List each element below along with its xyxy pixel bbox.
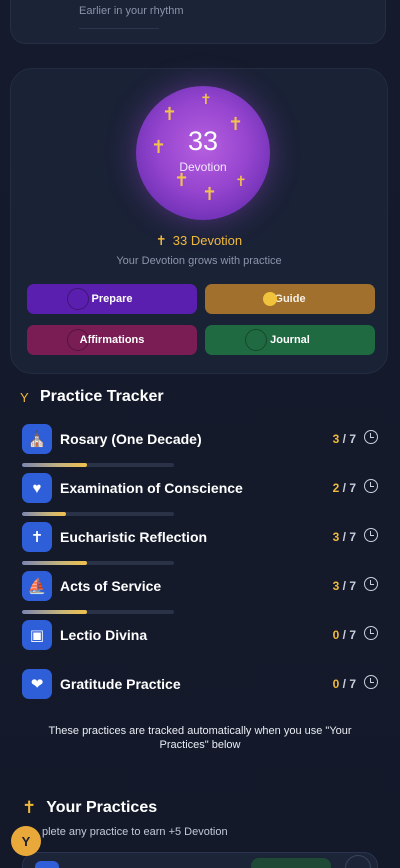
practice-name: Eucharistic Reflection [60,529,208,545]
devotion-value: 33 [187,126,219,156]
cross-icon: ✝ [235,173,247,189]
devotion-card: ✝ ✝ ✝ ✝ ✝ ✝ ✝ 33 Devotion ✝ 33 Devotion Y… [10,68,388,374]
tracker-title: Practice Tracker [40,388,164,405]
practice-card[interactable] [22,852,378,868]
prepare-icon [67,288,89,310]
progress-fill [22,512,67,516]
devotion-subtitle: Your Devotion grows with practice [116,255,282,267]
history-icon[interactable] [364,479,378,493]
practice-count-total: / 7 [339,530,356,544]
status-badge [251,858,331,868]
practice-count: 0 / 7 [333,677,356,691]
cross-icon: ✝ [155,233,167,248]
affirmations-button[interactable]: Affirmations [27,325,197,355]
practice-count: 3 / 7 [333,432,356,446]
devotion-title: ✝ 33 Devotion [11,233,387,249]
expand-button[interactable] [345,855,371,868]
history-icon[interactable] [364,577,378,591]
practice-count-total: / 7 [339,579,356,593]
gratitude-icon: ❤ [22,669,52,699]
avatar[interactable]: Y [11,826,41,856]
practice-name: Gratitude Practice [60,676,181,692]
practice-count: 3 / 7 [333,579,356,593]
practice-count: 3 / 7 [333,530,356,544]
progress-fill [22,610,88,614]
tracker-note: These practices are tracked automaticall… [48,725,352,751]
devotion-title-text: 33 Devotion [172,233,243,248]
rhythm-card[interactable]: Earlier in your rhythm [10,0,386,44]
cross-icon: ✝ [202,184,218,204]
history-icon[interactable] [364,430,378,444]
cross-icon: ✝ [22,798,37,817]
prepare-label: Prepare [91,293,133,305]
practice-count: 0 / 7 [333,628,356,642]
practice-icon [35,861,59,868]
rosary-icon: ⛪ [22,424,52,454]
book-icon: ▣ [22,620,52,650]
guide-button[interactable]: Guide [205,284,375,314]
cross-icon: ✝ [200,91,212,107]
heart-icon: ♥ [22,473,52,503]
practice-count-total: / 7 [339,677,356,691]
rhythm-subtitle: Earlier in your rhythm [79,5,184,17]
history-icon[interactable] [364,626,378,640]
devotion-orb[interactable]: ✝ ✝ ✝ ✝ ✝ ✝ ✝ 33 Devotion [136,86,270,220]
practice-count: 2 / 7 [333,481,356,495]
progress-bar [22,610,174,614]
practice-count-total: / 7 [339,432,356,446]
journal-button[interactable]: Journal [205,325,375,355]
practice-row[interactable]: ⛵ Acts of Service 3 / 7 [20,571,380,615]
practice-name: Examination of Conscience [60,480,243,496]
progress-bar [22,463,174,467]
practice-count-total: / 7 [339,628,356,642]
affirmations-icon [67,329,89,351]
cross-icon: ✝ [22,522,52,552]
practice-name: Lectio Divina [60,627,148,643]
practice-row[interactable]: ⛪ Rosary (One Decade) 3 / 7 [20,424,380,468]
progress-fill [22,463,88,467]
progress-bar [22,512,174,516]
guide-label: Guide [274,293,306,305]
practice-row[interactable]: ▣ Lectio Divina 0 / 7 [20,620,380,664]
practice-name: Acts of Service [60,578,162,594]
journal-label: Journal [270,334,310,346]
progress-fill [22,561,88,565]
your-practices-title: Your Practices [46,799,158,816]
divider [79,28,159,29]
ai-guide-icon [263,292,277,306]
affirmations-label: Affirmations [79,334,145,346]
service-icon: ⛵ [22,571,52,601]
journal-icon [245,329,267,351]
practice-row[interactable]: ♥ Examination of Conscience 2 / 7 [20,473,380,517]
tracker-icon: Y [20,389,29,405]
tracker-header: Y Practice Tracker [20,388,164,406]
practice-count-total: / 7 [339,481,356,495]
progress-bar [22,561,174,565]
your-practices-header: ✝ Your Practices [22,798,157,818]
prepare-button[interactable]: Prepare [27,284,197,314]
history-icon[interactable] [364,528,378,542]
app-screen: Earlier in your rhythm ✝ ✝ ✝ ✝ ✝ ✝ ✝ 33 … [0,0,400,868]
practice-row[interactable]: ✝ Eucharistic Reflection 3 / 7 [20,522,380,566]
devotion-label: Devotion [179,160,227,174]
practice-row[interactable]: ❤ Gratitude Practice 0 / 7 [20,669,380,713]
your-practices-subtitle: plete any practice to earn +5 Devotion [42,826,228,838]
cross-icon: ✝ [162,104,178,124]
practice-name: Rosary (One Decade) [60,431,202,447]
history-icon[interactable] [364,675,378,689]
